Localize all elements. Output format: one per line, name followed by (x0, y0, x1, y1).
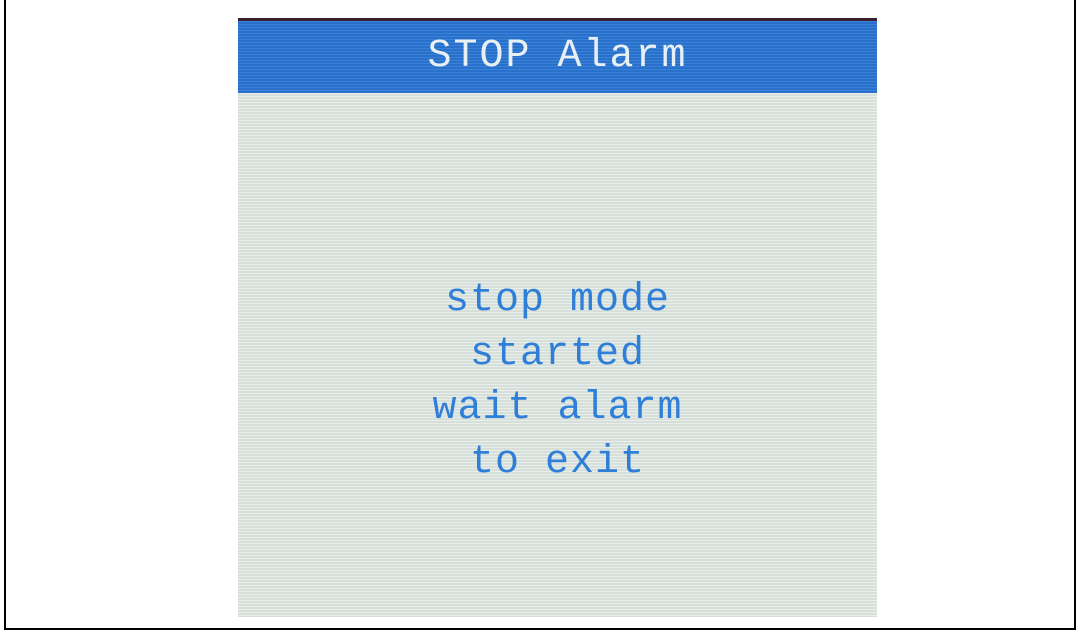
figure-frame: STOP Alarm stop mode started wait alarm … (4, 0, 1076, 630)
status-message: stop mode started wait alarm to exit (238, 274, 877, 490)
message-line-4: to exit (469, 440, 646, 485)
message-line-1: stop mode (444, 278, 671, 323)
cropped-caption-strip (6, 0, 1074, 14)
title-bar: STOP Alarm (238, 21, 877, 93)
lcd-screen: STOP Alarm stop mode started wait alarm … (238, 18, 877, 617)
message-line-2: started (469, 332, 646, 377)
screen-title: STOP Alarm (427, 34, 688, 79)
message-line-3: wait alarm (432, 386, 683, 431)
